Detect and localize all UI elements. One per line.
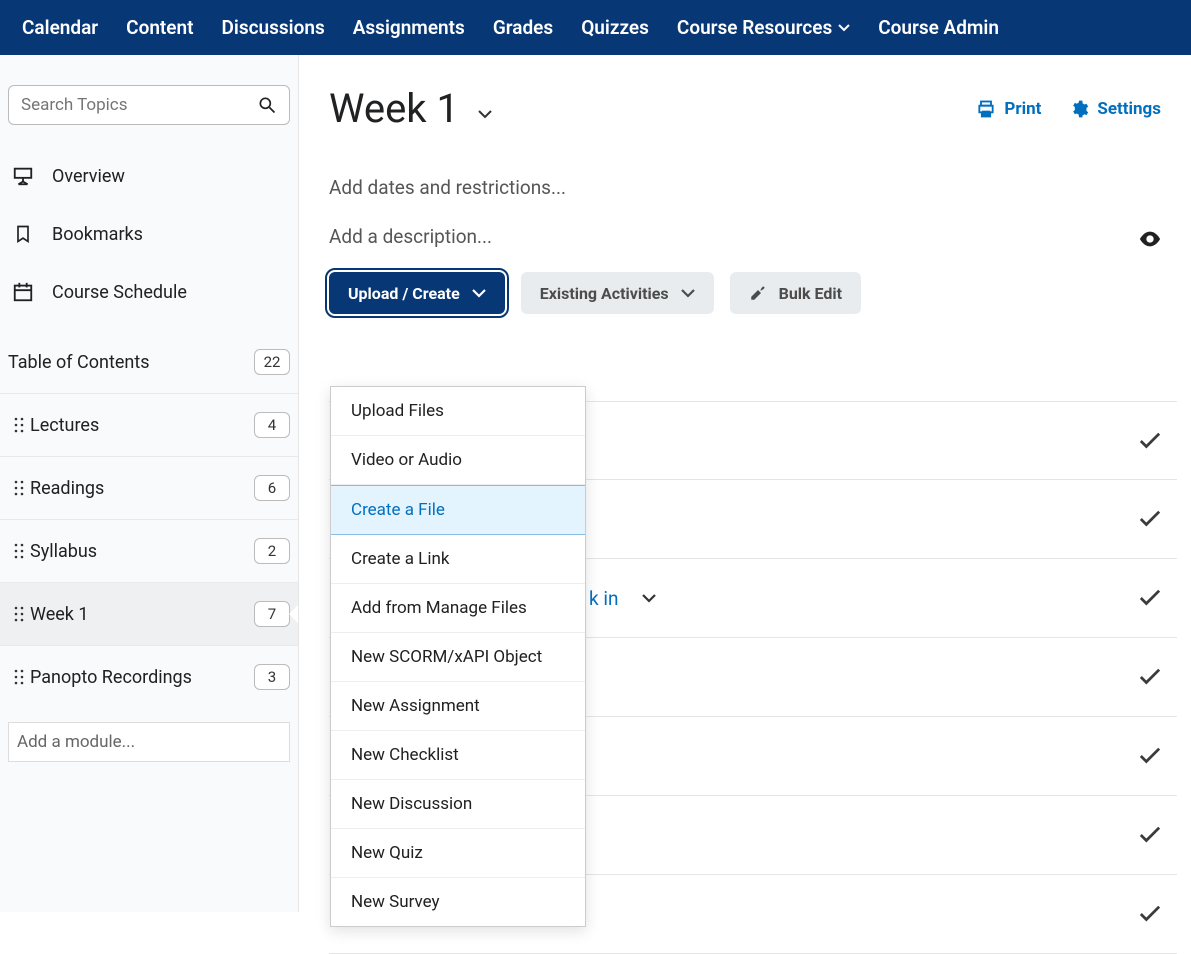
toc-item-syllabus[interactable]: Syllabus 2: [0, 519, 298, 582]
toc-item-label: Syllabus: [30, 541, 254, 562]
toc-item-label: Panopto Recordings: [30, 667, 254, 688]
print-button[interactable]: Print: [976, 99, 1041, 119]
menu-new-discussion[interactable]: New Discussion: [331, 780, 585, 829]
menu-video-or-audio[interactable]: Video or Audio: [331, 436, 585, 485]
calendar-icon: [10, 281, 36, 303]
menu-upload-files[interactable]: Upload Files: [331, 387, 585, 436]
checkmark-icon: [1139, 826, 1161, 844]
menu-create-a-link[interactable]: Create a Link: [331, 535, 585, 584]
bookmark-icon: [10, 223, 36, 245]
menu-new-survey[interactable]: New Survey: [331, 878, 585, 926]
toc-item-count: 7: [254, 601, 290, 627]
menu-add-from-manage-files[interactable]: Add from Manage Files: [331, 584, 585, 633]
menu-create-a-file[interactable]: Create a File: [331, 485, 585, 535]
sidebar: Overview Bookmarks Course Schedule Table…: [0, 55, 299, 912]
menu-new-checklist[interactable]: New Checklist: [331, 731, 585, 780]
add-description[interactable]: Add a description...: [329, 225, 1161, 248]
toc-title: Table of Contents: [8, 352, 254, 373]
toc-item-label: Week 1: [30, 604, 254, 625]
upload-create-menu: Upload Files Video or Audio Create a Fil…: [330, 386, 586, 927]
table-of-contents: Table of Contents 22 Lectures 4 Readings…: [0, 321, 298, 708]
checkmark-icon: [1139, 905, 1161, 923]
menu-new-assignment[interactable]: New Assignment: [331, 682, 585, 731]
checkmark-icon: [1139, 510, 1161, 528]
settings-button[interactable]: Settings: [1069, 99, 1161, 119]
bulk-edit-icon: [749, 284, 767, 302]
drag-handle-icon[interactable]: [8, 606, 30, 622]
sidebar-course-schedule[interactable]: Course Schedule: [0, 263, 298, 321]
search-topics[interactable]: [8, 85, 290, 125]
content-toolbar: Upload / Create Existing Activities Bulk…: [329, 272, 1161, 314]
top-nav: Calendar Content Discussions Assignments…: [0, 0, 1191, 55]
add-dates-restrictions[interactable]: Add dates and restrictions...: [329, 176, 1161, 199]
drag-handle-icon[interactable]: [8, 417, 30, 433]
checkmark-icon: [1139, 432, 1161, 450]
checkmark-icon: [1139, 589, 1161, 607]
title-menu-button[interactable]: [477, 109, 493, 119]
search-input[interactable]: [21, 95, 257, 115]
drag-handle-icon[interactable]: [8, 480, 30, 496]
existing-activities-button[interactable]: Existing Activities: [521, 272, 714, 314]
nav-content[interactable]: Content: [112, 0, 207, 55]
projector-icon: [10, 165, 36, 187]
toc-item-week-1[interactable]: Week 1 7: [0, 582, 298, 645]
nav-discussions[interactable]: Discussions: [208, 0, 339, 55]
toc-item-lectures[interactable]: Lectures 4: [0, 393, 298, 456]
drag-handle-icon[interactable]: [8, 543, 30, 559]
visibility-icon[interactable]: [1139, 231, 1161, 247]
nav-calendar[interactable]: Calendar: [8, 0, 112, 55]
menu-new-quiz[interactable]: New Quiz: [331, 829, 585, 878]
add-module[interactable]: [8, 722, 290, 762]
bulk-edit-button[interactable]: Bulk Edit: [730, 272, 861, 314]
toc-item-label: Lectures: [30, 415, 254, 436]
toc-item-readings[interactable]: Readings 6: [0, 456, 298, 519]
toc-item-count: 6: [254, 475, 290, 501]
sidebar-overview[interactable]: Overview: [0, 147, 298, 205]
toc-item-count: 2: [254, 538, 290, 564]
chevron-down-icon: [681, 289, 695, 298]
gear-icon: [1069, 99, 1089, 119]
drag-handle-icon[interactable]: [8, 669, 30, 685]
page-title: Week 1: [329, 85, 493, 132]
checkmark-icon: [1139, 668, 1161, 686]
search-icon: [257, 95, 277, 115]
nav-course-resources[interactable]: Course Resources: [663, 0, 864, 55]
toc-header[interactable]: Table of Contents 22: [0, 331, 298, 393]
sidebar-item-label: Overview: [52, 166, 125, 187]
upload-create-button[interactable]: Upload / Create: [329, 272, 505, 314]
print-icon: [976, 99, 996, 119]
chevron-down-icon: [472, 289, 486, 298]
menu-new-scorm-xapi[interactable]: New SCORM/xAPI Object: [331, 633, 585, 682]
toc-item-panopto[interactable]: Panopto Recordings 3: [0, 645, 298, 708]
add-module-input[interactable]: [17, 723, 281, 761]
toc-item-count: 3: [254, 664, 290, 690]
nav-quizzes[interactable]: Quizzes: [567, 0, 663, 55]
toc-count-badge: 22: [254, 349, 290, 375]
checkmark-icon: [1139, 747, 1161, 765]
toc-item-count: 4: [254, 412, 290, 438]
nav-assignments[interactable]: Assignments: [339, 0, 479, 55]
sidebar-item-label: Course Schedule: [52, 282, 187, 303]
chevron-down-icon[interactable]: [642, 594, 656, 603]
nav-grades[interactable]: Grades: [479, 0, 567, 55]
chevron-down-icon: [838, 24, 850, 32]
sidebar-bookmarks[interactable]: Bookmarks: [0, 205, 298, 263]
content-row-link-fragment: k in: [589, 587, 618, 610]
sidebar-item-label: Bookmarks: [52, 224, 143, 245]
toc-item-label: Readings: [30, 478, 254, 499]
nav-course-admin[interactable]: Course Admin: [864, 0, 1013, 55]
